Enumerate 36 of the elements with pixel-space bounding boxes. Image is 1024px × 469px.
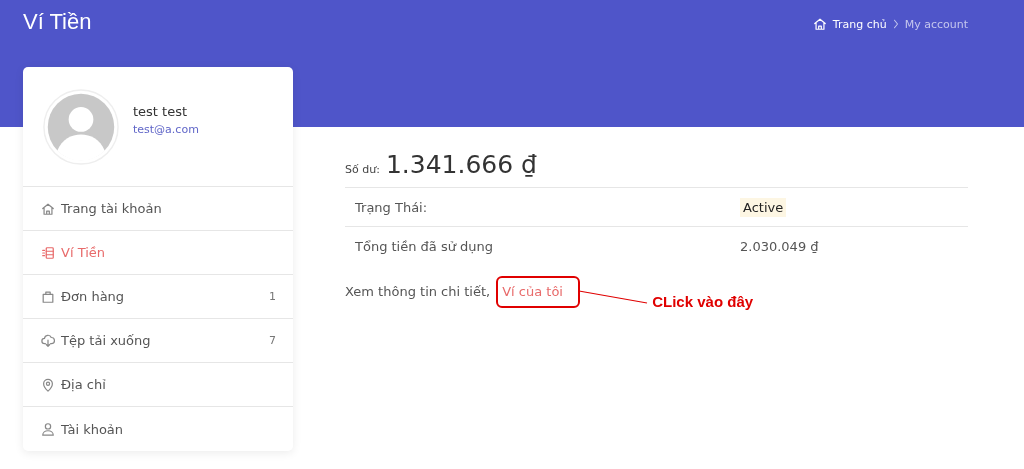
user-email: test@a.com: [133, 122, 199, 136]
sidebar-item[interactable]: Trang tài khoản: [23, 187, 293, 231]
sidebar-label: Trang tài khoản: [61, 201, 163, 216]
breadcrumb-current[interactable]: My account: [904, 17, 968, 31]
table-cell-text: Trạng Thái:: [354, 199, 429, 215]
chevron-icon: [892, 19, 899, 29]
wallet-icon: [41, 245, 55, 260]
sidebar-item[interactable]: Địa chỉ: [23, 363, 293, 407]
avatar-icon: [43, 88, 119, 165]
table-cell: 2.030.049 ₫: [740, 238, 819, 254]
item-count: 1: [269, 290, 276, 303]
user-icon: [41, 422, 55, 436]
home-icon: [41, 201, 55, 216]
sidebar-label: Tệp tải xuống: [61, 333, 152, 348]
location-pin-icon: [41, 377, 55, 392]
sidebar-item[interactable]: Tài khoản: [23, 407, 293, 451]
status-badge: Active: [740, 197, 787, 217]
bag-icon: [41, 289, 55, 304]
balance-label: Số dư:: [345, 163, 380, 176]
item-count: 7: [269, 334, 276, 347]
sidebar-label: Đơn hàng: [61, 289, 126, 304]
page-title: Ví Tiền: [23, 9, 92, 35]
sidebar-label: Địa chỉ: [61, 377, 107, 392]
breadcrumb-link[interactable]: Trang chủ: [832, 17, 887, 31]
callout-text: CLick vào đây: [652, 293, 754, 310]
detail-text: Xem thông tin chi tiết,: [345, 284, 491, 299]
leader-line: [578, 290, 649, 304]
sidebar-label: Tài khoản: [61, 421, 125, 437]
user-name: test test: [133, 103, 189, 119]
home-icon: [812, 17, 827, 31]
sidebar-label: Ví Tiền: [61, 245, 107, 260]
sidebar-item[interactable]: Đơn hàng 1: [23, 275, 293, 319]
table-cell-text: Tổng tiền đã sử dụng: [354, 238, 495, 254]
balance-amount: 1.341.666 ₫: [385, 150, 537, 179]
cloud-download-icon: [41, 333, 55, 348]
sidebar-item[interactable]: Tệp tải xuống 7: [23, 319, 293, 363]
